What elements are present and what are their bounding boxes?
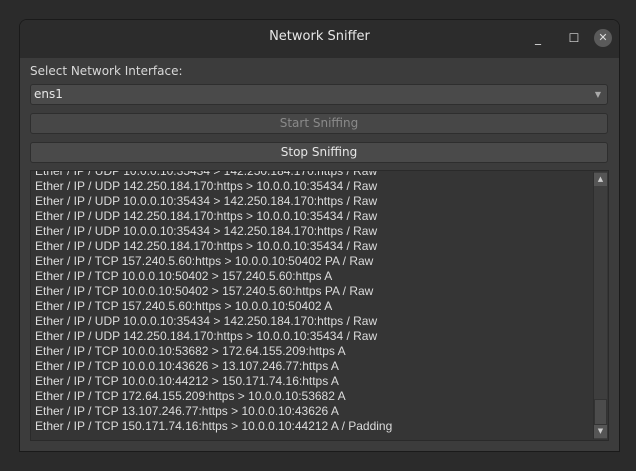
packet-line: Ether / IP / TCP 157.240.5.60:https > 10… (35, 254, 374, 268)
packet-log[interactable]: Ether / IP / UDP 10.0.0.10:35434 > 142.2… (30, 170, 609, 441)
packet-line: Ether / IP / UDP 10.0.0.10:35434 > 142.2… (35, 194, 378, 208)
title-bar[interactable]: Network Sniffer _ ☐ ✕ (20, 20, 619, 58)
maximize-icon[interactable]: ☐ (565, 29, 583, 47)
packet-line: Ether / IP / UDP 142.250.184.170:https >… (35, 239, 378, 253)
interface-value: ens1 (34, 87, 63, 101)
packet-line: Ether / IP / TCP 10.0.0.10:53682 > 172.6… (35, 344, 346, 358)
app-window: Network Sniffer _ ☐ ✕ Select Network Int… (19, 19, 620, 452)
start-sniffing-button[interactable]: Start Sniffing (30, 113, 608, 134)
packet-line: Ether / IP / TCP 150.171.74.16:https > 1… (35, 419, 393, 433)
scroll-down-icon[interactable]: ▼ (594, 425, 607, 438)
vertical-scrollbar[interactable]: ▲ ▼ (593, 172, 607, 439)
packet-line: Ether / IP / UDP 10.0.0.10:35434 > 142.2… (35, 314, 378, 328)
packet-line: Ether / IP / UDP 10.0.0.10:35434 > 142.2… (35, 224, 378, 238)
packet-line: Ether / IP / UDP 142.250.184.170:https >… (35, 179, 378, 193)
packet-line: Ether / IP / TCP 10.0.0.10:44212 > 150.1… (35, 374, 339, 388)
packet-line: Ether / IP / TCP 157.240.5.60:https > 10… (35, 299, 333, 313)
scrollbar-thumb[interactable] (594, 399, 607, 425)
packet-line: Ether / IP / TCP 13.107.246.77:https > 1… (35, 404, 339, 418)
packet-line: Ether / IP / TCP 10.0.0.10:50402 > 157.2… (35, 269, 333, 283)
close-icon[interactable]: ✕ (594, 29, 612, 47)
packet-line: Ether / IP / TCP 10.0.0.10:50402 > 157.2… (35, 284, 374, 298)
packet-list: Ether / IP / UDP 10.0.0.10:35434 > 142.2… (35, 170, 393, 434)
packet-line: Ether / IP / TCP 10.0.0.10:43626 > 13.10… (35, 359, 339, 373)
minimize-icon[interactable]: _ (529, 29, 547, 47)
packet-line: Ether / IP / UDP 142.250.184.170:https >… (35, 329, 378, 343)
packet-line: Ether / IP / UDP 142.250.184.170:https >… (35, 209, 378, 223)
scroll-up-icon[interactable]: ▲ (594, 173, 607, 186)
packet-line: Ether / IP / UDP 10.0.0.10:35434 > 142.2… (35, 170, 378, 178)
interface-label: Select Network Interface: (30, 64, 183, 78)
stop-sniffing-button[interactable]: Stop Sniffing (30, 142, 608, 163)
interface-select[interactable]: ens1 ▼ (30, 84, 608, 105)
chevron-down-icon: ▼ (594, 90, 601, 99)
packet-line: Ether / IP / TCP 172.64.155.209:https > … (35, 389, 346, 403)
window-title: Network Sniffer (269, 29, 370, 44)
